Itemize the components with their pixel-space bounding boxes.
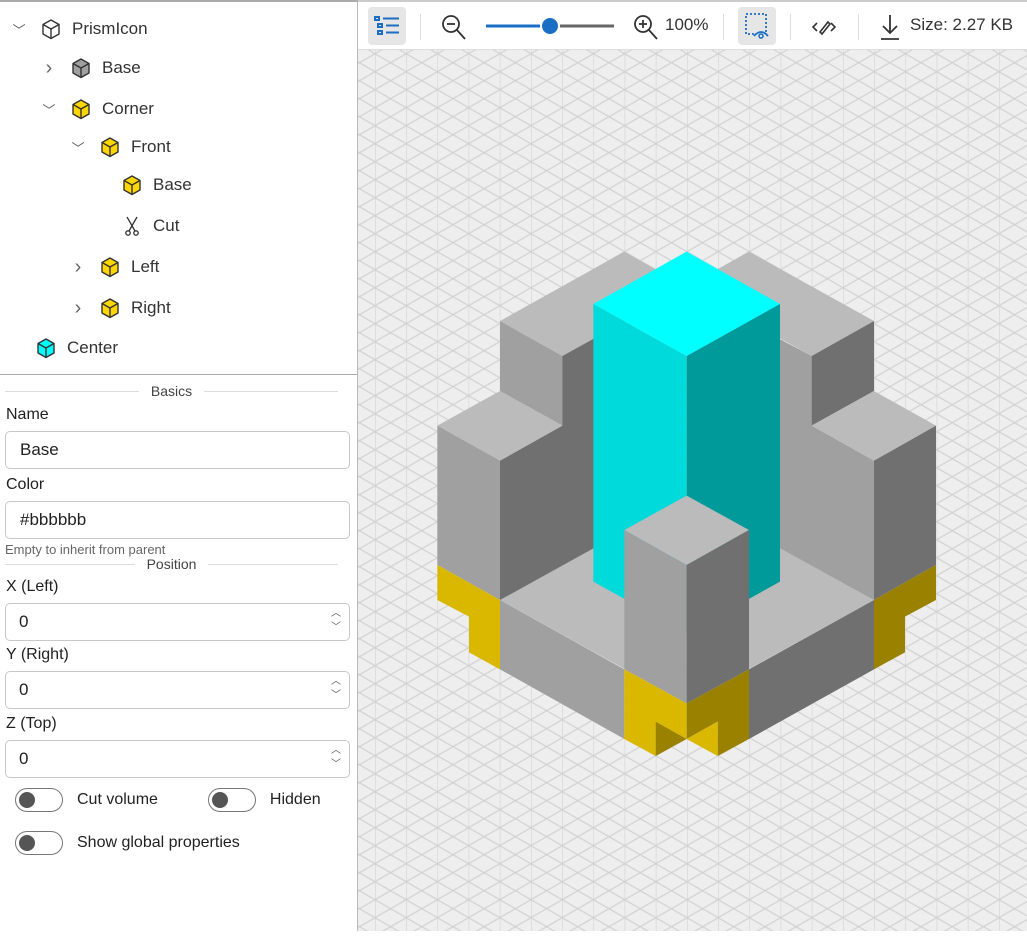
- chevron-right-icon[interactable]: ›: [71, 297, 85, 320]
- cut-volume-toggle[interactable]: [15, 788, 63, 812]
- y-value: 0: [19, 680, 29, 699]
- z-value: 0: [19, 749, 29, 768]
- download-button[interactable]: [878, 12, 902, 42]
- cube-icon: [101, 137, 119, 158]
- edit-code-button[interactable]: [810, 14, 838, 40]
- tree-item-label: Base: [102, 58, 141, 77]
- outline-cube-icon: [42, 19, 60, 40]
- left-panel: ﹀ PrismIcon › Base ﹀ Corner ﹀ Front Base Cut › Left…: [0, 0, 358, 931]
- tree-toggle-button[interactable]: [368, 7, 406, 45]
- zoom-slider[interactable]: [484, 16, 616, 36]
- chevron-down-icon[interactable]: ﹀: [12, 20, 26, 39]
- download-icon: [881, 15, 899, 40]
- tree-item-label: Left: [131, 257, 160, 276]
- tree-item-label: Right: [131, 298, 171, 317]
- list-tree-icon: [374, 16, 399, 35]
- file-size: Size: 2.27 KB: [910, 15, 1014, 34]
- z-input[interactable]: 0 ︿ ﹀: [5, 740, 350, 778]
- spinner-arrows-icon[interactable]: ︿ ﹀: [331, 744, 341, 772]
- scissors-icon: [125, 216, 139, 236]
- tree-item[interactable]: › Left: [71, 252, 160, 282]
- basics-section-header: Basics: [5, 381, 350, 401]
- name-input[interactable]: Base: [5, 431, 350, 469]
- cube-icon: [101, 298, 119, 319]
- x-value: 0: [19, 612, 29, 631]
- x-input[interactable]: 0 ︿ ﹀: [5, 603, 350, 641]
- tree-item[interactable]: Center: [35, 333, 118, 363]
- tree-item-label: Center: [67, 338, 119, 357]
- name-value: Base: [20, 440, 59, 459]
- show-global-toggle[interactable]: [15, 831, 63, 855]
- tree-item-label: Cut: [153, 216, 180, 235]
- zoom-in-button[interactable]: [632, 12, 660, 42]
- color-input[interactable]: #bbbbbb: [5, 501, 350, 539]
- tree-item[interactable]: ﹀ Front: [71, 132, 171, 162]
- code-edit-icon: [811, 20, 837, 36]
- selection-view-button[interactable]: [738, 7, 776, 45]
- chevron-down-icon[interactable]: ﹀: [42, 100, 56, 119]
- chevron-right-icon[interactable]: ›: [42, 57, 56, 80]
- cube-icon: [37, 338, 55, 359]
- spinner-arrows-icon[interactable]: ︿ ﹀: [331, 675, 341, 703]
- zoom-slider-thumb: [540, 16, 560, 36]
- zoom-out-button[interactable]: [440, 12, 468, 42]
- z-label: Z (Top): [6, 715, 57, 732]
- y-label: Y (Right): [6, 646, 69, 663]
- tree-item[interactable]: › Base: [42, 53, 141, 83]
- cube-icon: [72, 58, 90, 79]
- cut-volume-label: Cut volume: [77, 791, 158, 808]
- cube-icon: [101, 257, 119, 278]
- cube-icon: [123, 175, 141, 196]
- cube-icon: [72, 99, 90, 120]
- tree-item-label: Base: [153, 175, 192, 194]
- chevron-down-icon[interactable]: ﹀: [71, 138, 85, 157]
- isometric-canvas[interactable]: [358, 50, 1027, 931]
- color-value: #bbbbbb: [20, 510, 87, 529]
- tree-item-label: PrismIcon: [72, 19, 148, 38]
- tree-item[interactable]: ﹀ Corner: [42, 94, 154, 124]
- tree-item[interactable]: ﹀ PrismIcon: [12, 14, 148, 44]
- color-label: Color: [6, 476, 45, 493]
- tree-item[interactable]: › Right: [71, 293, 171, 323]
- viewport-panel: 100% Size: 2.27 KB: [358, 0, 1027, 931]
- show-global-label: Show global properties: [77, 834, 240, 851]
- position-section-header: Position: [5, 555, 350, 573]
- hidden-toggle[interactable]: [207, 788, 256, 812]
- y-input[interactable]: 0 ︿ ﹀: [5, 671, 350, 709]
- chevron-right-icon[interactable]: ›: [71, 256, 85, 279]
- zoom-out-icon: [442, 15, 466, 40]
- isometric-grid: [358, 50, 1027, 931]
- tree-item-label: Corner: [102, 99, 154, 118]
- selection-eye-icon: [745, 13, 769, 39]
- zoom-in-icon: [634, 15, 658, 40]
- name-label: Name: [6, 406, 49, 423]
- spinner-arrows-icon[interactable]: ︿ ﹀: [331, 607, 341, 635]
- x-label: X (Left): [6, 578, 59, 595]
- tree-item[interactable]: Cut: [93, 211, 179, 241]
- tree-item-label: Front: [131, 137, 171, 156]
- properties-form: Basics Name Base Color #bbbbbb Empty to …: [0, 381, 357, 855]
- toolbar: 100% Size: 2.27 KB: [358, 0, 1027, 50]
- object-tree: ﹀ PrismIcon › Base ﹀ Corner ﹀ Front Base Cut › Left…: [0, 2, 357, 375]
- hidden-label: Hidden: [269, 791, 321, 808]
- tree-item[interactable]: Base: [93, 170, 192, 200]
- zoom-level: 100%: [665, 15, 709, 34]
